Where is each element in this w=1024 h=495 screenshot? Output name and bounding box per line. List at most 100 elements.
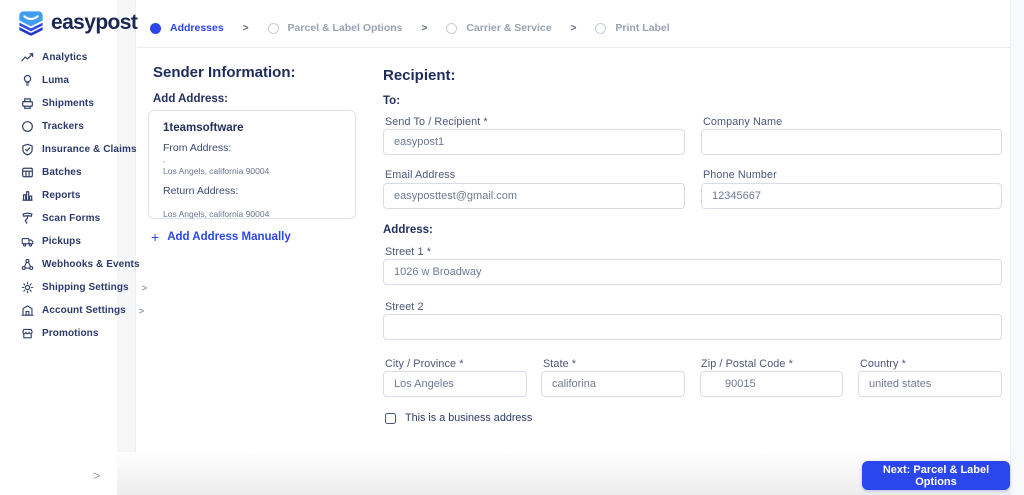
page-scrollbar[interactable]: [1010, 0, 1024, 495]
step-dot-filled-icon: [150, 22, 161, 34]
from-address-label: From Address:: [163, 142, 232, 154]
sender-information-title: Sender Information:: [153, 64, 296, 81]
step-carrier-service[interactable]: Carrier & Service: [446, 22, 552, 34]
phone-number-label: Phone Number: [703, 169, 777, 181]
sidebar-nav: Analytics Luma Shipments Trackers Insura…: [0, 46, 147, 345]
company-name-label: Company Name: [703, 116, 783, 128]
address-section-label: Address:: [383, 224, 433, 236]
step-print-label[interactable]: Print Label: [595, 22, 670, 34]
sidebar-item-label: Promotions: [42, 328, 99, 339]
gear-icon: [21, 281, 34, 294]
luma-icon: [21, 74, 34, 87]
chevron-right-icon: >: [570, 22, 577, 34]
sidebar-item-label: Shipments: [42, 98, 95, 109]
city-province-label: City / Province *: [385, 358, 464, 370]
analytics-icon: [21, 51, 34, 64]
business-address-checkbox-label: This is a business address: [405, 412, 533, 424]
sidebar-item-label: Trackers: [42, 121, 84, 132]
sidebar-item-label: Webhooks & Events: [42, 259, 140, 270]
storefront-icon: [21, 327, 34, 340]
chevron-right-icon: >: [242, 22, 249, 34]
state-label: State *: [543, 358, 577, 370]
sidebar-item-shipping-settings[interactable]: Shipping Settings >: [0, 276, 147, 299]
chevron-right-icon: >: [138, 305, 145, 316]
zip-postal-code-label: Zip / Postal Code *: [701, 358, 793, 370]
easypost-logo-icon: [16, 9, 46, 37]
sidebar-item-label: Insurance & Claims: [42, 144, 137, 155]
sidebar-item-reports[interactable]: Reports: [0, 184, 117, 207]
sidebar-scrollbar[interactable]: [117, 0, 136, 452]
to-label: To:: [383, 95, 401, 107]
sidebar-item-promotions[interactable]: Promotions: [0, 322, 117, 345]
chevron-right-icon: >: [141, 282, 147, 293]
truck-icon: [21, 235, 34, 248]
sidebar-collapse-chevron-icon[interactable]: >: [93, 468, 101, 483]
sidebar-item-label: Luma: [42, 75, 70, 86]
from-address-city: Los Angels, california 90004: [163, 166, 270, 176]
from-address-street: ,: [163, 155, 166, 164]
wizard-stepper: Addresses > Parcel & Label Options > Car…: [150, 22, 670, 34]
next-parcel-label-options-button[interactable]: Next: Parcel & Label Options: [862, 461, 1010, 490]
send-to-label: Send To / Recipient *: [385, 116, 488, 128]
street2-label: Street 2: [385, 301, 424, 313]
sidebar-item-label: Shipping Settings: [42, 282, 129, 293]
header-divider: [137, 47, 1010, 48]
step-dot-outline-icon: [595, 22, 607, 34]
state-input[interactable]: [541, 371, 685, 397]
sidebar-item-label: Batches: [42, 167, 82, 178]
easypost-logo[interactable]: easypost: [16, 9, 138, 37]
country-label: Country *: [860, 358, 906, 370]
send-to-input[interactable]: [383, 129, 685, 155]
sidebar: easypost Analytics Luma Shipments Tracke…: [0, 0, 147, 495]
email-address-input[interactable]: [383, 183, 685, 209]
step-addresses[interactable]: Addresses: [150, 22, 224, 34]
sidebar-item-luma[interactable]: Luma: [0, 69, 117, 92]
sender-address-card[interactable]: 1teamsoftware From Address: , Los Angels…: [148, 110, 356, 219]
shield-check-icon: [21, 143, 34, 156]
step-dot-outline-icon: [267, 22, 279, 34]
return-address-label: Return Address:: [163, 185, 239, 197]
zip-postal-code-input[interactable]: [700, 371, 843, 397]
chevron-right-icon: >: [421, 22, 428, 34]
country-input[interactable]: [858, 371, 1002, 397]
webhook-icon: [21, 258, 34, 271]
sidebar-item-label: Reports: [42, 190, 81, 201]
sidebar-item-trackers[interactable]: Trackers: [0, 115, 117, 138]
batches-icon: [21, 166, 34, 179]
company-name-input[interactable]: [701, 129, 1002, 155]
sidebar-item-pickups[interactable]: Pickups: [0, 230, 117, 253]
building-icon: [21, 304, 34, 317]
plus-icon: +: [151, 229, 160, 245]
step-dot-outline-icon: [446, 22, 458, 34]
sidebar-item-label: Account Settings: [42, 305, 126, 316]
sidebar-item-shipments[interactable]: Shipments: [0, 92, 117, 115]
sidebar-item-analytics[interactable]: Analytics: [0, 46, 117, 69]
sidebar-item-label: Analytics: [42, 52, 88, 63]
app-window: easypost Analytics Luma Shipments Tracke…: [0, 0, 1024, 495]
recipient-title: Recipient:: [383, 67, 456, 84]
easypost-logo-text: easypost: [51, 11, 138, 34]
business-address-checkbox[interactable]: [385, 412, 396, 424]
sidebar-item-scan-forms[interactable]: Scan Forms: [0, 207, 117, 230]
city-province-input[interactable]: [383, 371, 527, 397]
sender-card-name: 1teamsoftware: [163, 122, 244, 134]
shipments-icon: [21, 97, 34, 110]
sidebar-item-label: Pickups: [42, 236, 82, 247]
sidebar-item-batches[interactable]: Batches: [0, 161, 117, 184]
add-address-manually-link[interactable]: + Add Address Manually: [151, 230, 291, 244]
add-address-label: Add Address:: [153, 93, 228, 105]
trackers-icon: [21, 120, 34, 133]
business-address-checkbox-row: This is a business address: [385, 412, 532, 424]
scanner-icon: [21, 212, 34, 225]
email-address-label: Email Address: [385, 169, 456, 181]
sidebar-item-insurance-claims[interactable]: Insurance & Claims: [0, 138, 137, 161]
phone-number-input[interactable]: [701, 183, 1002, 209]
street2-input[interactable]: [383, 314, 1002, 340]
sidebar-item-account-settings[interactable]: Account Settings >: [0, 299, 144, 322]
reports-bar-chart-icon: [21, 189, 34, 202]
sidebar-item-webhooks-events[interactable]: Webhooks & Events: [0, 253, 140, 276]
street1-label: Street 1 *: [385, 246, 432, 258]
street1-input[interactable]: [383, 259, 1002, 285]
return-address-city: Los Angels, california 90004: [163, 209, 270, 219]
step-parcel-label-options[interactable]: Parcel & Label Options: [267, 22, 403, 34]
